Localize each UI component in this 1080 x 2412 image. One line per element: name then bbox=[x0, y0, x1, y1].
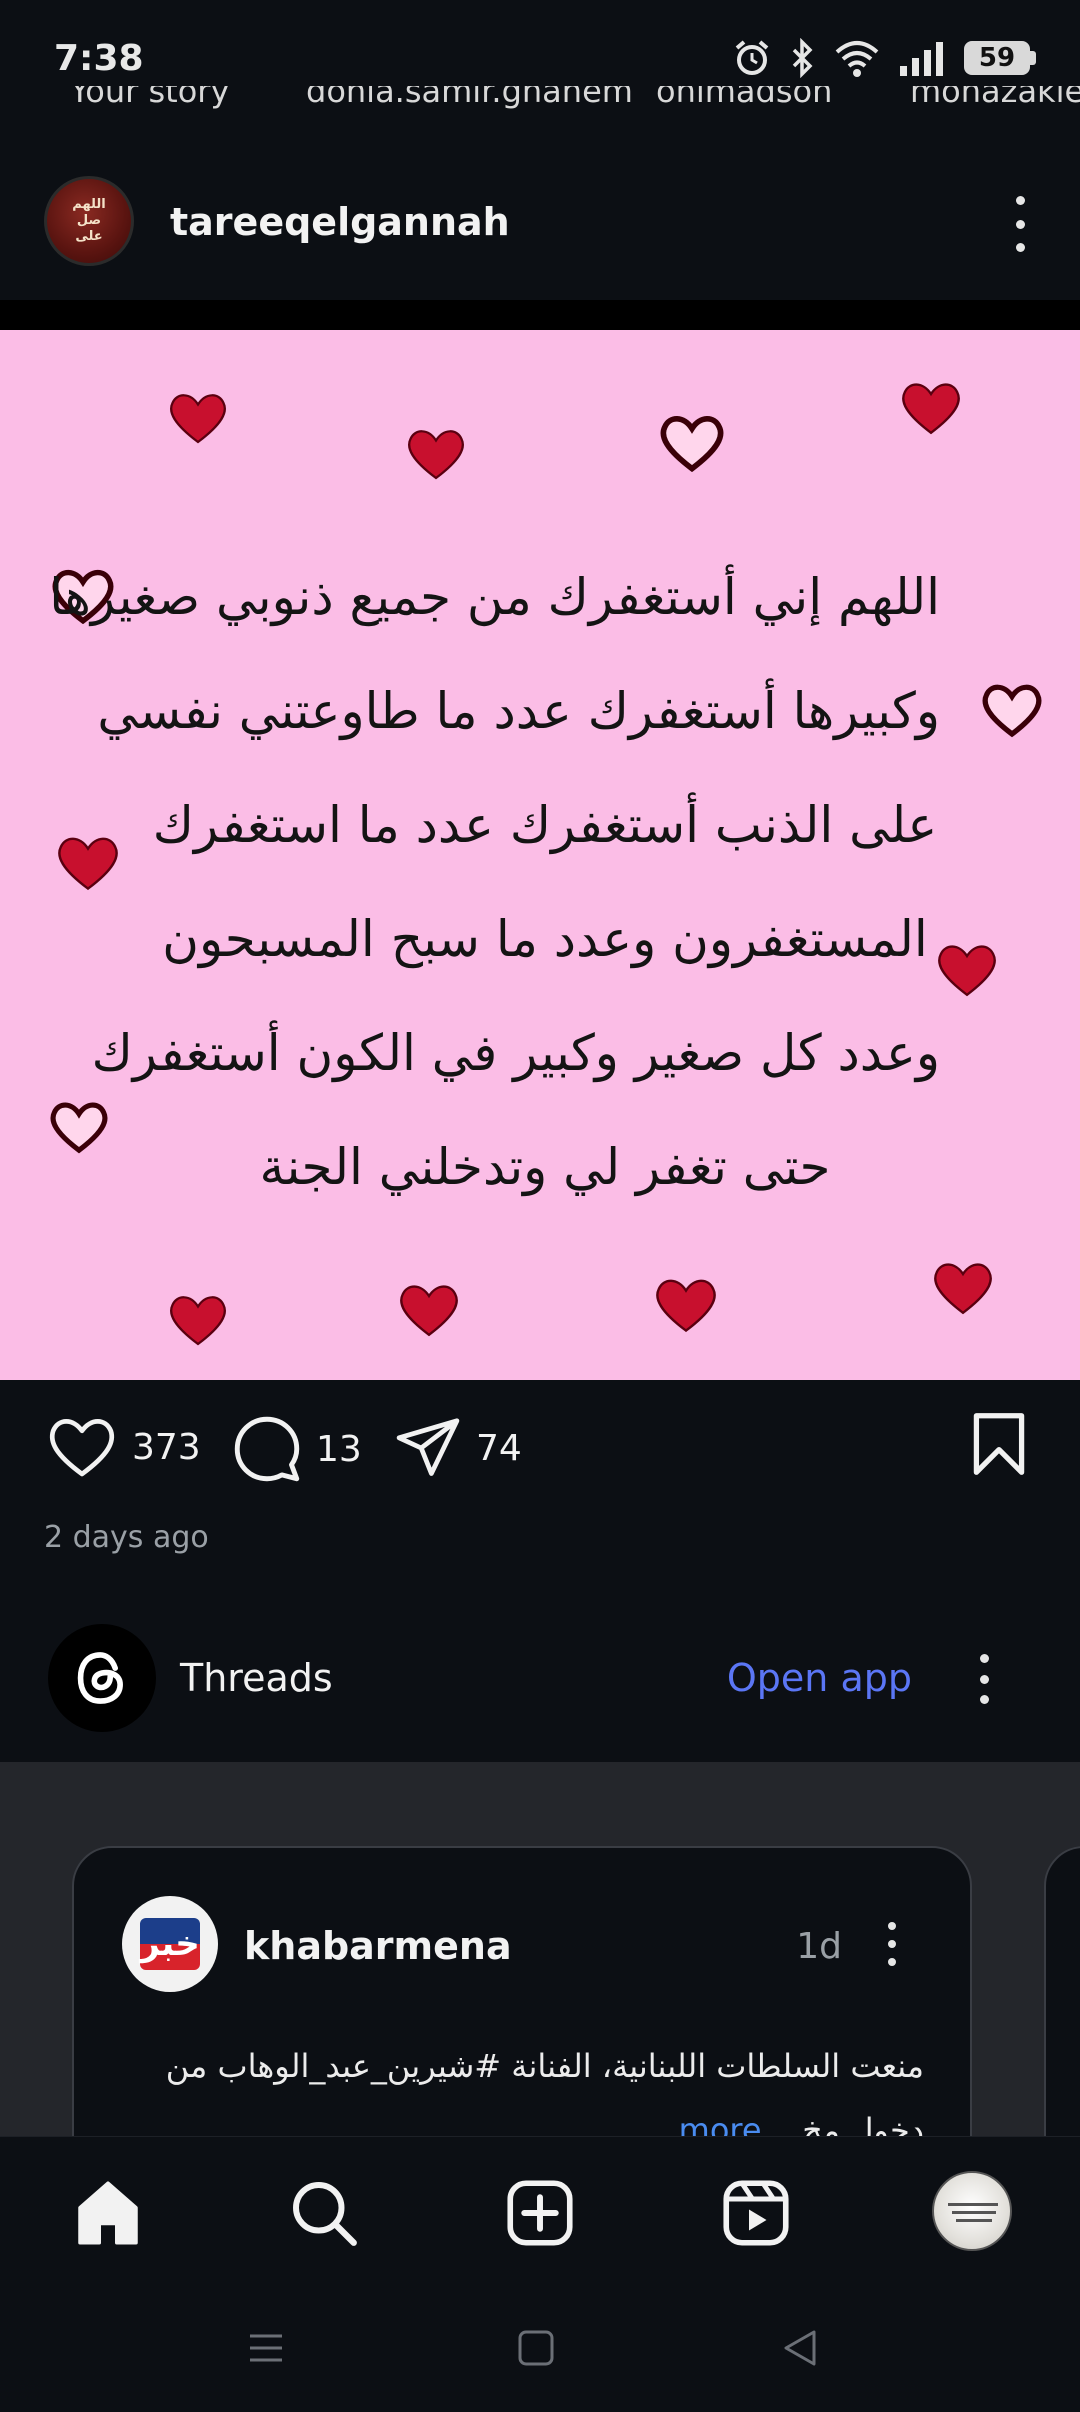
status-icons: 59 bbox=[732, 38, 1036, 78]
wifi-icon bbox=[835, 41, 879, 77]
heart-decoration-icon bbox=[400, 1285, 458, 1337]
screen: 7:38 59 Your story donia.samir.ghanem oh… bbox=[0, 0, 1080, 2412]
create-icon bbox=[507, 2180, 573, 2246]
heart-decoration-icon bbox=[408, 430, 464, 480]
post-actions: 373 13 74 bbox=[0, 1400, 1080, 1500]
post-header: اللهم صل على tareeqelgannah bbox=[0, 170, 1080, 280]
share-button[interactable]: 74 bbox=[394, 1414, 522, 1482]
nav-home[interactable] bbox=[68, 2173, 148, 2253]
battery-icon: 59 bbox=[964, 41, 1036, 75]
profile-avatar[interactable] bbox=[932, 2171, 1012, 2251]
like-count: 373 bbox=[132, 1426, 201, 1468]
heart-decoration-icon bbox=[656, 1279, 716, 1333]
post-time: 2 days ago bbox=[44, 1520, 209, 1555]
story-name[interactable]: donia.samir.ghanem bbox=[306, 86, 633, 110]
heart-decoration-icon bbox=[170, 394, 226, 444]
signal-icon bbox=[900, 42, 943, 76]
thread-card[interactable]: خبر khabarmena 1d منعت السلطات اللبنانية… bbox=[72, 1846, 972, 2136]
threads-carousel[interactable]: خبر khabarmena 1d منعت السلطات اللبنانية… bbox=[0, 1762, 1080, 2136]
image-text-line: حتى تغفر لي وتدخلني الجنة bbox=[259, 1138, 831, 1196]
bookmark-icon bbox=[973, 1413, 1025, 1475]
thread-text-line: منعت السلطات اللبنانية، الفنانة #شيرين_ع… bbox=[165, 2047, 924, 2085]
see-more-link[interactable]: more bbox=[679, 2111, 762, 2136]
heart-icon bbox=[49, 1419, 115, 1477]
thread-text: منعت السلطات اللبنانية، الفنانة #شيرين_ع… bbox=[164, 2034, 924, 2136]
system-navigation-bar bbox=[0, 2286, 1080, 2412]
avatar-text: خبر bbox=[140, 1924, 200, 1964]
stories-strip[interactable]: Your story donia.samir.ghanem ohimadson … bbox=[0, 86, 1080, 116]
image-text-line: وكبيرها أستغفرك عدد ما طاوعتني نفسي bbox=[97, 682, 940, 740]
back-icon[interactable] bbox=[780, 2328, 820, 2368]
heart-decoration-icon bbox=[58, 837, 118, 891]
heart-decoration-icon bbox=[170, 1296, 226, 1346]
story-name[interactable]: ohimadson bbox=[656, 86, 832, 110]
bottom-nav bbox=[0, 2136, 1080, 2286]
heart-decoration-icon bbox=[982, 684, 1042, 738]
comment-button[interactable]: 13 bbox=[232, 1414, 362, 1484]
save-button[interactable] bbox=[970, 1412, 1028, 1480]
alarm-icon bbox=[735, 40, 769, 75]
post-image-text: اللهم إني أستغفرك من جميع ذنوبي صغيرها و… bbox=[49, 540, 940, 1224]
nav-search[interactable] bbox=[284, 2173, 364, 2253]
post-username[interactable]: tareeqelgannah bbox=[170, 200, 510, 244]
post-divider bbox=[0, 300, 1080, 330]
image-text-line: المستغفرون وعدد ما سبح المسبحون bbox=[162, 910, 928, 968]
image-text-line: اللهم إني أستغفرك من جميع ذنوبي صغيرها bbox=[49, 568, 940, 626]
like-button[interactable]: 373 bbox=[46, 1414, 201, 1480]
thread-text-truncated: دخول مخ... bbox=[771, 2111, 924, 2136]
thread-text-line2: دخول مخ... more bbox=[164, 2098, 924, 2136]
story-name[interactable]: mohazakieh bbox=[910, 86, 1080, 110]
post-options-icon[interactable] bbox=[1010, 196, 1030, 252]
threads-options-icon[interactable] bbox=[974, 1654, 994, 1704]
status-time: 7:38 bbox=[54, 38, 144, 79]
share-count: 74 bbox=[476, 1427, 522, 1469]
heart-decoration-icon bbox=[660, 416, 724, 472]
home-gesture-icon[interactable] bbox=[516, 2328, 556, 2368]
thread-card-next[interactable] bbox=[1044, 1846, 1080, 2136]
thread-username[interactable]: khabarmena bbox=[244, 1924, 512, 1968]
open-app-button[interactable]: Open app bbox=[727, 1656, 912, 1700]
search-icon bbox=[293, 2182, 357, 2246]
send-icon bbox=[396, 1418, 460, 1476]
post-author-avatar[interactable]: اللهم صل على bbox=[44, 176, 134, 266]
threads-label: Threads bbox=[180, 1656, 333, 1700]
recent-apps-icon[interactable] bbox=[246, 2328, 286, 2368]
battery-level: 59 bbox=[978, 43, 1016, 73]
image-text-line: وعدد كل صغير وكبير في الكون أستغفرك bbox=[91, 1024, 940, 1082]
image-text-line: على الذنب أستغفرك عدد ما استغفرك bbox=[152, 796, 938, 854]
post-image[interactable]: اللهم إني أستغفرك من جميع ذنوبي صغيرها و… bbox=[0, 330, 1080, 1380]
comment-count: 13 bbox=[316, 1428, 362, 1470]
threads-logo-icon bbox=[48, 1624, 156, 1732]
story-name[interactable]: Your story bbox=[70, 86, 229, 110]
thread-options-icon[interactable] bbox=[884, 1922, 900, 1966]
nav-reels[interactable] bbox=[716, 2173, 796, 2253]
thread-time: 1d bbox=[796, 1926, 842, 1967]
threads-suggestion-header: Threads Open app bbox=[0, 1616, 1080, 1758]
status-bar: 7:38 59 bbox=[0, 0, 1080, 100]
home-icon bbox=[78, 2181, 138, 2245]
heart-decoration-icon bbox=[934, 1263, 992, 1315]
heart-decoration-icon bbox=[902, 383, 960, 435]
comment-icon bbox=[234, 1416, 300, 1482]
avatar-emblem: اللهم صل على bbox=[72, 197, 106, 244]
heart-decoration-icon bbox=[938, 945, 996, 997]
bluetooth-icon bbox=[792, 38, 813, 78]
thread-author-avatar[interactable]: خبر bbox=[122, 1896, 218, 1992]
reels-icon bbox=[723, 2180, 789, 2246]
nav-create[interactable] bbox=[500, 2173, 580, 2253]
